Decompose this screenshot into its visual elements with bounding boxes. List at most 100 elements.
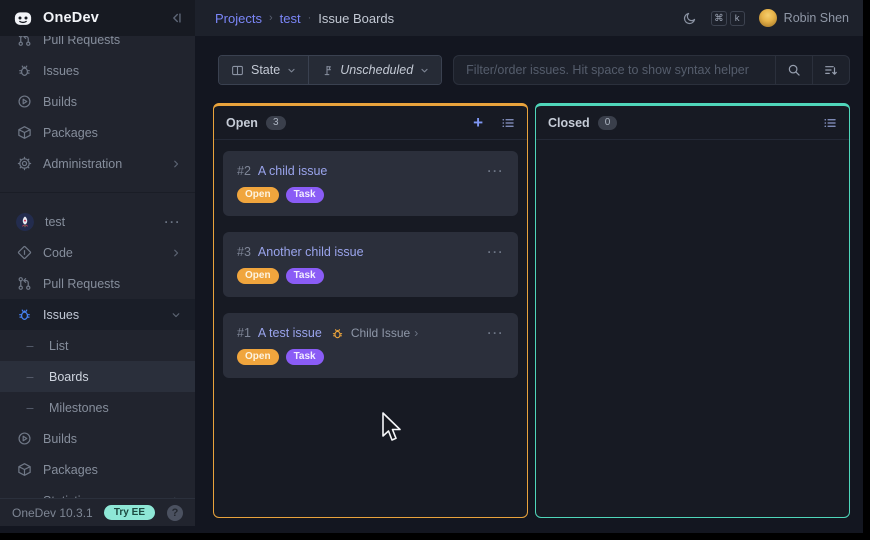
sidebar-item-project-packages[interactable]: Packages	[0, 454, 195, 485]
search-icon[interactable]	[775, 56, 812, 84]
try-ee-badge[interactable]: Try EE	[104, 505, 155, 520]
issue-card-2[interactable]: #2 A child issue ··· Open Task	[223, 151, 518, 216]
package-cube-icon	[16, 125, 32, 141]
sidebar-divider	[0, 192, 195, 193]
filter-input[interactable]	[454, 56, 775, 84]
column-open-body: #2 A child issue ··· Open Task #3 Anothe…	[214, 140, 527, 517]
column-list-view-icon[interactable]	[823, 116, 837, 130]
card-menu-ellipsis-icon[interactable]: ···	[488, 326, 505, 340]
type-badge-task: Task	[286, 187, 324, 203]
version-text: OneDev 10.3.1	[12, 506, 93, 520]
sidebar-item-issues-milestones[interactable]: – Milestones	[0, 392, 195, 423]
column-open-header: Open 3 +	[214, 106, 527, 140]
child-issue-link[interactable]: Child Issue ›	[351, 326, 418, 340]
child-issue-bug-icon	[331, 327, 344, 340]
board-toolbar: State Unscheduled	[218, 55, 850, 85]
issue-filter-bar	[453, 55, 850, 85]
milestone-dropdown-button[interactable]: Unscheduled	[308, 56, 441, 84]
sidebar-global-section: Pull Requests Issues Builds Packages Adm…	[0, 36, 195, 179]
issue-number: #1	[237, 326, 251, 340]
state-badge-open: Open	[237, 349, 279, 365]
code-diamond-icon	[16, 245, 32, 261]
issue-number: #2	[237, 164, 251, 178]
sidebar-header: OneDev	[0, 0, 195, 36]
sidebar-scroll-area[interactable]: Pull Requests Issues Builds Packages Adm…	[0, 36, 195, 498]
user-menu[interactable]: Robin Shen	[759, 9, 849, 27]
screen: OneDev Projects › test · Issue Boards ⌘ …	[0, 0, 870, 540]
breadcrumb-separator: ·	[308, 12, 312, 24]
sidebar-item-issues[interactable]: Issues	[0, 55, 195, 86]
k-key: k	[730, 11, 745, 26]
sidebar-footer: OneDev 10.3.1 Try EE ?	[0, 498, 195, 526]
help-icon[interactable]: ?	[167, 505, 183, 521]
brand-name[interactable]: OneDev	[43, 10, 99, 26]
column-closed-body	[536, 140, 849, 517]
board-column-open: Open 3 + #2 A child issue ···	[213, 103, 528, 518]
column-title: Closed	[548, 116, 590, 130]
board-columns-icon	[231, 64, 244, 77]
chevron-right-icon	[171, 248, 181, 258]
breadcrumb-current-page: Issue Boards	[318, 11, 394, 26]
column-list-view-icon[interactable]	[501, 116, 515, 130]
pull-request-icon	[16, 276, 32, 292]
onedev-app-window: OneDev Projects › test · Issue Boards ⌘ …	[0, 0, 863, 533]
issue-board: Open 3 + #2 A child issue ···	[213, 103, 850, 518]
card-menu-ellipsis-icon[interactable]: ···	[488, 245, 505, 259]
sidebar-item-project-statistics[interactable]: Statistics	[0, 485, 195, 498]
user-name: Robin Shen	[784, 11, 849, 25]
bug-icon	[16, 307, 32, 323]
chevron-down-icon	[287, 66, 296, 75]
sidebar-item-pull-requests[interactable]: Pull Requests	[0, 36, 195, 55]
type-badge-task: Task	[286, 268, 324, 284]
sidebar-item-issues-boards[interactable]: – Boards	[0, 361, 195, 392]
state-badge-open: Open	[237, 187, 279, 203]
column-title: Open	[226, 116, 258, 130]
gear-icon	[16, 156, 32, 172]
breadcrumb-project-link[interactable]: test	[280, 11, 301, 26]
issue-title[interactable]: A test issue	[258, 326, 322, 340]
column-closed-header: Closed 0	[536, 106, 849, 140]
cmd-key: ⌘	[711, 11, 727, 26]
chevron-down-icon	[420, 66, 429, 75]
milestone-flag-icon	[321, 64, 333, 77]
issue-title[interactable]: Another child issue	[258, 245, 364, 259]
issue-card-3[interactable]: #3 Another child issue ··· Open Task	[223, 232, 518, 297]
issue-title[interactable]: A child issue	[258, 164, 327, 178]
chevron-down-icon	[171, 310, 181, 320]
dash-icon: –	[22, 370, 38, 384]
board-filter-group: State Unscheduled	[218, 55, 442, 85]
issue-card-1[interactable]: #1 A test issue Child Issue › ···	[223, 313, 518, 378]
board-column-closed: Closed 0	[535, 103, 850, 518]
sidebar-item-administration[interactable]: Administration	[0, 148, 195, 179]
project-menu-ellipsis-icon[interactable]: ···	[165, 215, 182, 229]
project-avatar-rocket-icon	[16, 213, 34, 231]
column-count-badge: 3	[266, 116, 286, 130]
add-issue-icon[interactable]: +	[473, 114, 483, 131]
play-circle-icon	[16, 431, 32, 447]
card-menu-ellipsis-icon[interactable]: ···	[488, 164, 505, 178]
state-badge-open: Open	[237, 268, 279, 284]
breadcrumb-projects-link[interactable]: Projects	[215, 11, 262, 26]
keyboard-shortcut-hint[interactable]: ⌘ k	[711, 11, 745, 26]
collapse-sidebar-icon[interactable]	[169, 11, 183, 25]
sidebar-item-project-builds[interactable]: Builds	[0, 423, 195, 454]
dash-icon: –	[22, 401, 38, 415]
main-content: State Unscheduled	[195, 36, 863, 533]
dark-mode-moon-icon[interactable]	[683, 11, 697, 25]
column-count-badge: 0	[598, 116, 618, 130]
sidebar-project-test[interactable]: test ···	[0, 206, 195, 237]
sidebar-item-packages[interactable]: Packages	[0, 117, 195, 148]
issue-number: #3	[237, 245, 251, 259]
sidebar-item-project-issues[interactable]: Issues	[0, 299, 195, 330]
order-by-icon[interactable]	[812, 56, 849, 84]
sidebar-item-project-pull-requests[interactable]: Pull Requests	[0, 268, 195, 299]
onedev-logo-icon[interactable]	[12, 7, 34, 29]
sidebar-item-issues-list[interactable]: – List	[0, 330, 195, 361]
sidebar: Pull Requests Issues Builds Packages Adm…	[0, 36, 195, 526]
sidebar-item-builds[interactable]: Builds	[0, 86, 195, 117]
type-badge-task: Task	[286, 349, 324, 365]
sidebar-item-code[interactable]: Code	[0, 237, 195, 268]
sidebar-project-section: test ··· Code Pull Requests Issues	[0, 206, 195, 498]
chevron-right-icon: ›	[414, 326, 418, 340]
state-dropdown-button[interactable]: State	[219, 56, 308, 84]
